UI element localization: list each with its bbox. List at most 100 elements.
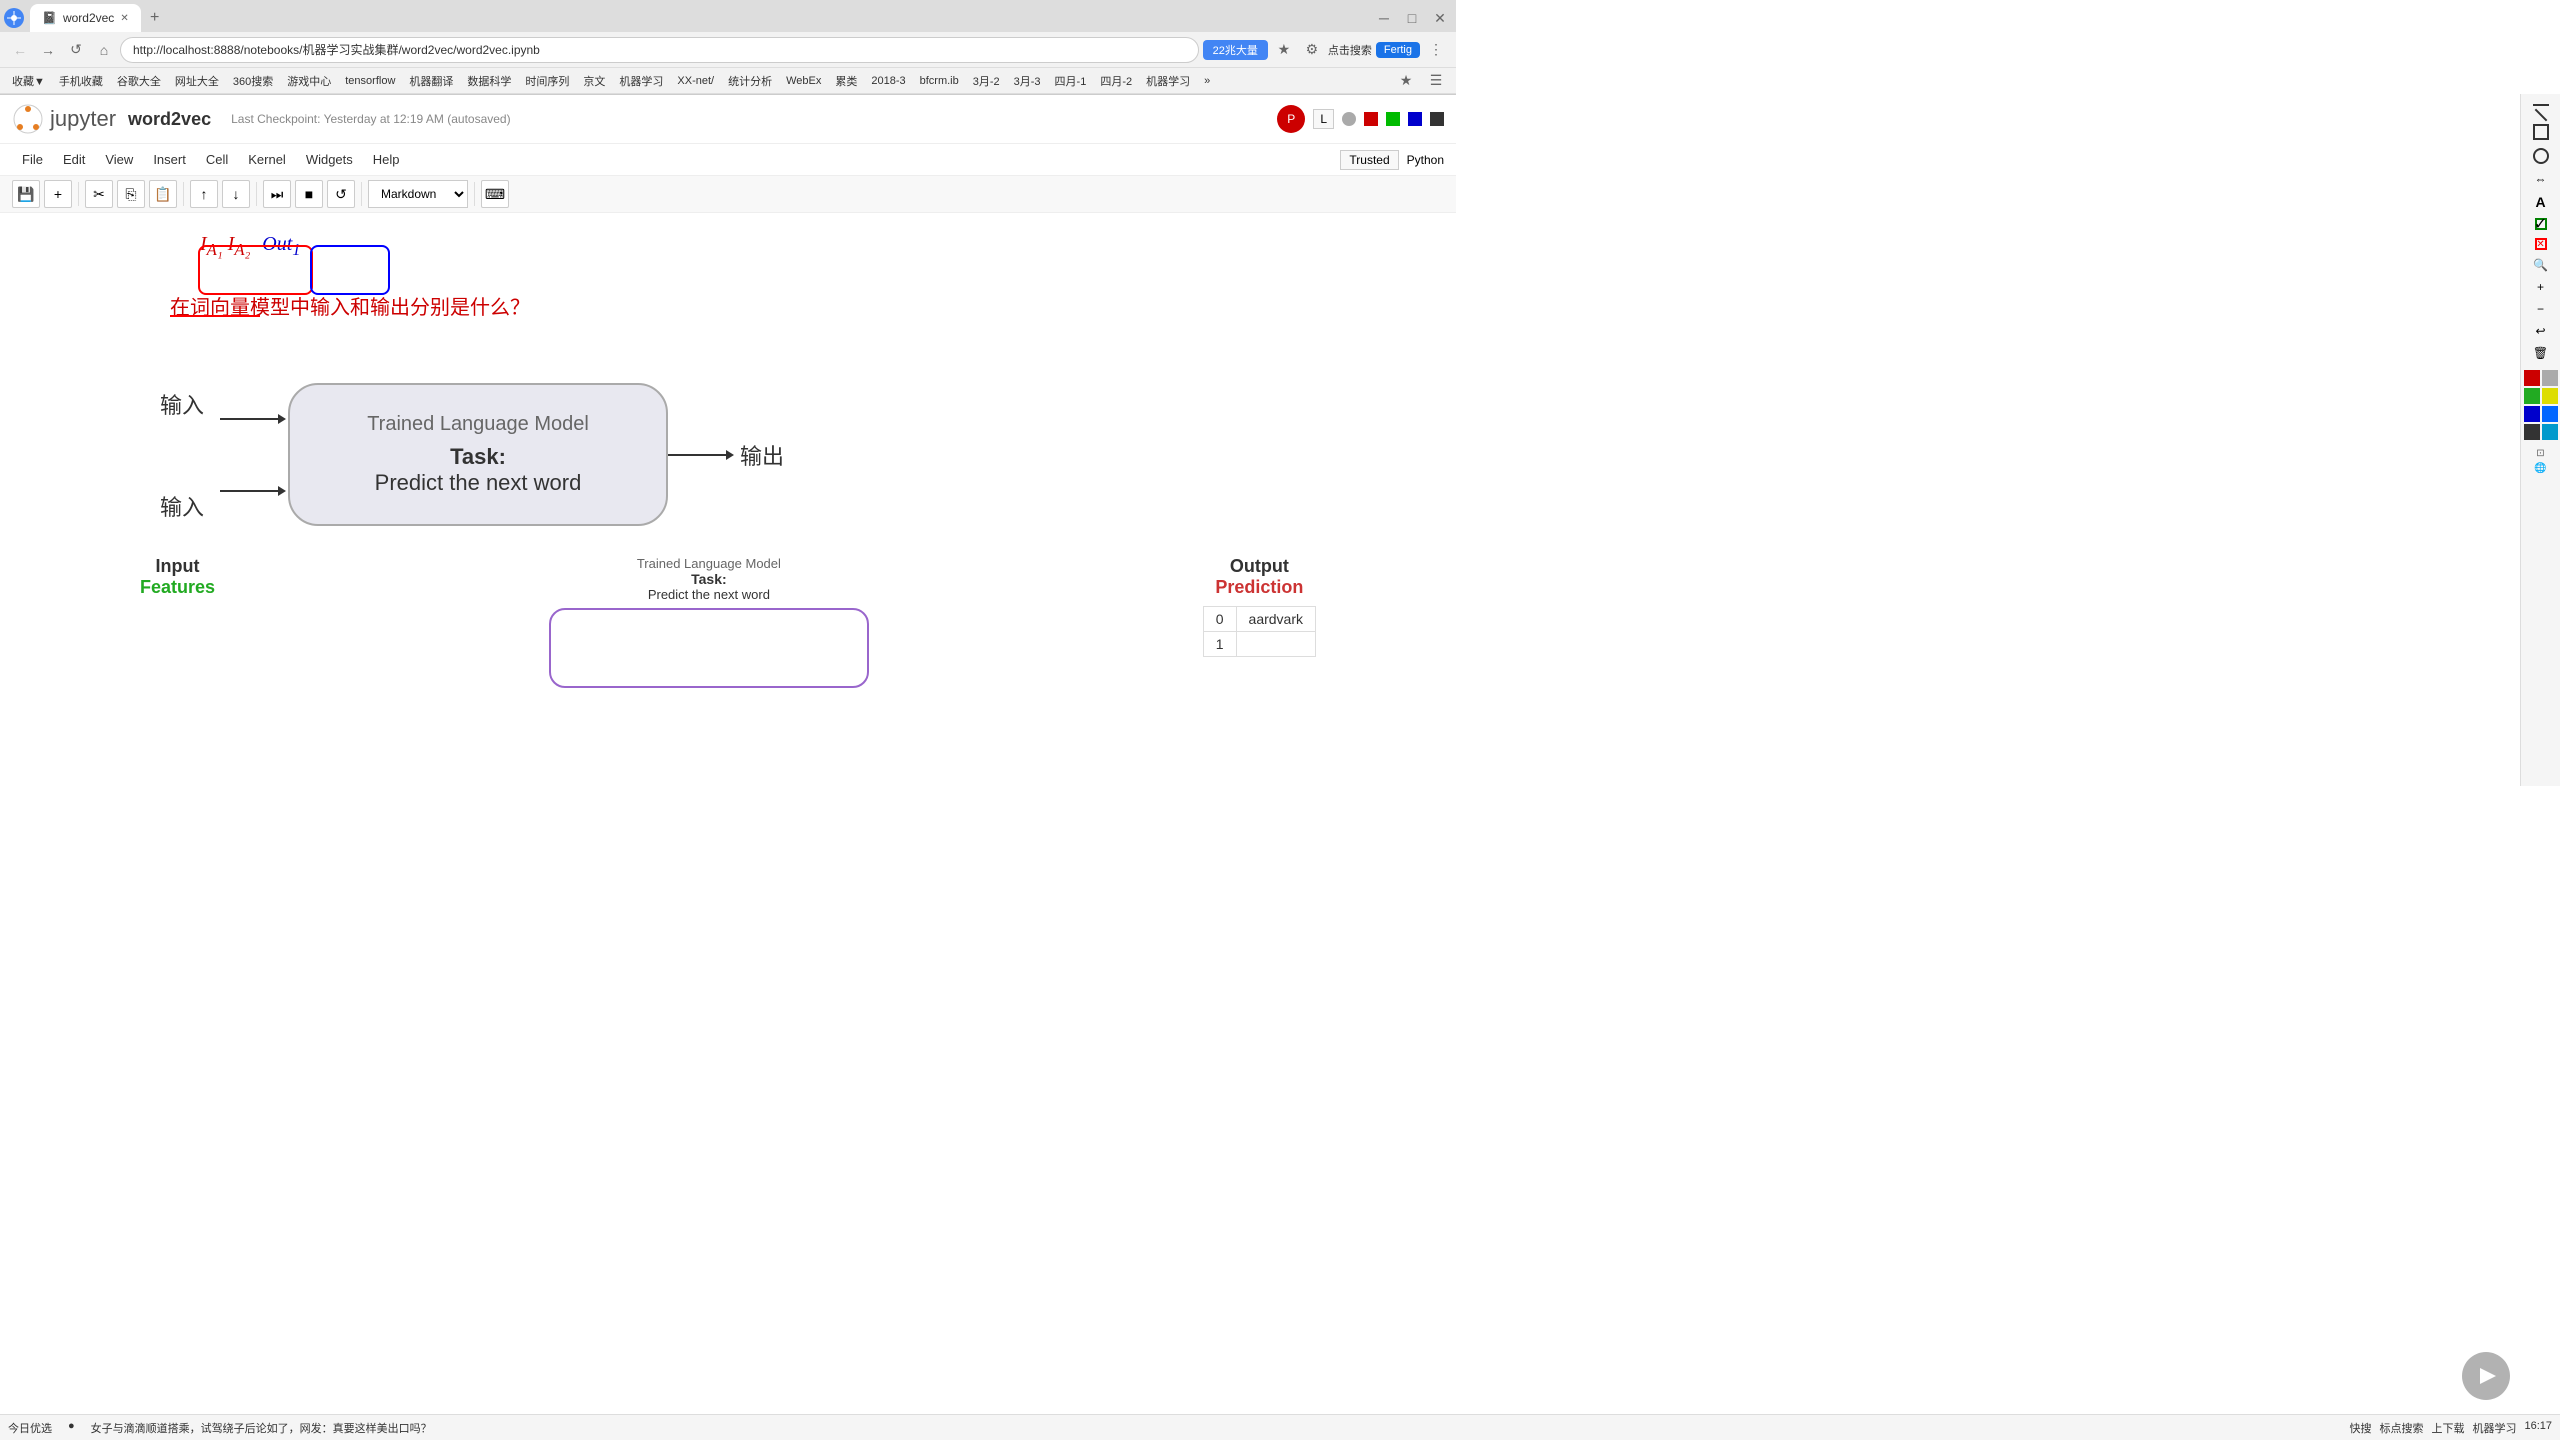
text-tool-icon[interactable]: A [2535,194,2545,210]
bookmark-star-icon[interactable]: ★ [1394,69,1418,93]
bookmark-apr2[interactable]: 四月-2 [1096,72,1136,90]
menu-view[interactable]: View [95,148,143,171]
status-kuaisou[interactable]: 快搜 [2349,1420,2371,1436]
x-icon[interactable]: ✕ [2535,238,2547,250]
translate-button[interactable]: 22兆大量 [1203,40,1268,60]
new-tab-button[interactable]: + [143,6,167,30]
bookmark-mobile[interactable]: 手机收藏 [55,72,107,90]
bookmark-ml-translate[interactable]: 机器翻译 [405,72,457,90]
bookmark-mar2[interactable]: 3月-2 [969,72,1004,90]
color-gray[interactable] [2542,370,2558,386]
bookmark-more[interactable]: » [1200,74,1214,88]
video-play-button[interactable] [2462,1352,2510,1400]
color-blue-light[interactable] [2542,406,2558,422]
move-down-button[interactable]: ↓ [222,180,250,208]
paste-button[interactable]: 📋 [149,180,177,208]
delete-icon[interactable]: 🗑 [2533,346,2548,360]
cell-type-select[interactable]: Markdown [368,180,468,208]
kernel-indicator: L [1313,109,1334,129]
minus-icon[interactable]: − [2537,302,2544,316]
add-cell-button[interactable]: + [44,180,72,208]
back-button[interactable]: ← [8,38,32,62]
reload-button[interactable]: ↺ [64,38,88,62]
menu-kernel[interactable]: Kernel [238,148,296,171]
trusted-button[interactable]: Trusted [1340,150,1398,170]
bookmark-tensorflow[interactable]: tensorflow [341,74,399,88]
color-swatch-dark[interactable] [1430,112,1444,126]
tab-close-button[interactable]: ✕ [120,13,128,24]
bookmark-icon[interactable]: ★ [1272,38,1296,62]
color-swatch-blue[interactable] [1408,112,1422,126]
bookmark-webex[interactable]: WebEx [782,74,825,88]
bookmark-ml2[interactable]: 机器学习 [1142,72,1194,90]
line-tool-icon[interactable] [2533,104,2549,106]
maximize-button[interactable]: □ [1400,6,1424,30]
bookmark-jingwen[interactable]: 京文 [579,72,609,90]
menu-widgets[interactable]: Widgets [296,148,363,171]
bookmark-2018[interactable]: 2018-3 [867,74,909,88]
minimize-button[interactable]: ─ [1372,6,1396,30]
restart-button[interactable]: ↺ [327,180,355,208]
menu-help[interactable]: Help [363,148,410,171]
bookmark-xxnet[interactable]: XX-net/ [673,74,718,88]
bookmark-bfcrm[interactable]: bfcrm.ib [916,74,963,88]
table-section: 0 aardvark 1 [1203,606,1316,657]
color-yellow[interactable] [2542,388,2558,404]
bookmark-ml[interactable]: 机器学习 [615,72,667,90]
cut-button[interactable]: ✂ [85,180,113,208]
menu-insert[interactable]: Insert [143,148,196,171]
color-blue-dark[interactable] [2524,406,2540,422]
status-ml[interactable]: 机器学习 [2472,1420,2516,1436]
copy-button[interactable]: ⎘ [117,180,145,208]
check-icon[interactable]: ✓ [2535,218,2547,230]
status-upload-download[interactable]: 上下载 [2431,1420,2464,1436]
menu-cell[interactable]: Cell [196,148,238,171]
color-swatch-green[interactable] [1386,112,1400,126]
plus-icon[interactable]: + [2537,280,2544,294]
bookmark-mar3[interactable]: 3月-3 [1010,72,1045,90]
bookmark-360[interactable]: 360搜索 [229,72,277,90]
circle-tool-icon[interactable] [2533,148,2549,164]
more-options-icon[interactable]: ⋮ [1424,38,1448,62]
settings-icon[interactable]: ⚙ [1300,38,1324,62]
diagonal-tool-icon[interactable] [2534,109,2547,122]
keyboard-shortcuts-button[interactable]: ⌨ [481,180,509,208]
menu-file[interactable]: File [12,148,53,171]
select-icon[interactable]: ⊡ [2536,448,2544,459]
bookmark-web[interactable]: 网址大全 [171,72,223,90]
color-green[interactable] [2524,388,2540,404]
color-swatch-red[interactable] [1364,112,1378,126]
bookmark-apr1[interactable]: 四月-1 [1051,72,1091,90]
rect-tool-icon[interactable] [2533,124,2549,140]
move-up-button[interactable]: ↑ [190,180,218,208]
bookmark-datascience[interactable]: 数据科学 [463,72,515,90]
bookmark-menu-icon[interactable]: ☰ [1424,69,1448,93]
save-button[interactable]: 💾 [12,180,40,208]
menu-edit[interactable]: Edit [53,148,95,171]
sd-output-section: Output Prediction 0 aardvark 1 [1203,556,1316,657]
bookmark-favorites[interactable]: 收藏▼ [8,72,49,90]
home-button[interactable]: ⌂ [92,38,116,62]
close-window-button[interactable]: ✕ [1428,6,1452,30]
network-icon[interactable]: 🌐 [2534,463,2546,474]
active-tab[interactable]: 📓 word2vec ✕ [30,4,141,32]
bookmark-google[interactable]: 谷歌大全 [113,72,165,90]
color-red[interactable] [2524,370,2540,386]
fast-forward-button[interactable]: ⏭ [263,180,291,208]
forward-button[interactable]: → [36,38,60,62]
stop-button[interactable]: ■ [295,180,323,208]
color-black[interactable] [2524,424,2540,440]
model-box: Trained Language Model Task: Predict the… [288,383,668,526]
fertig-button[interactable]: Fertig [1376,42,1420,58]
undo-icon[interactable]: ↩ [2535,324,2545,338]
arrow-left-tool-icon[interactable]: ⇔ [2535,172,2547,186]
bookmark-stats[interactable]: 统计分析 [724,72,776,90]
bookmark-lei[interactable]: 累类 [831,72,861,90]
address-bar[interactable]: http://localhost:8888/notebooks/机器学习实战集群… [120,37,1199,63]
bookmark-games[interactable]: 游戏中心 [283,72,335,90]
zoom-in-icon[interactable]: 🔍 [2533,258,2548,272]
color-cyan[interactable] [2542,424,2558,440]
status-punctuation[interactable]: 标点搜索 [2379,1420,2423,1436]
sd-input-title: Input [140,556,215,577]
bookmark-timeline[interactable]: 时间序列 [521,72,573,90]
